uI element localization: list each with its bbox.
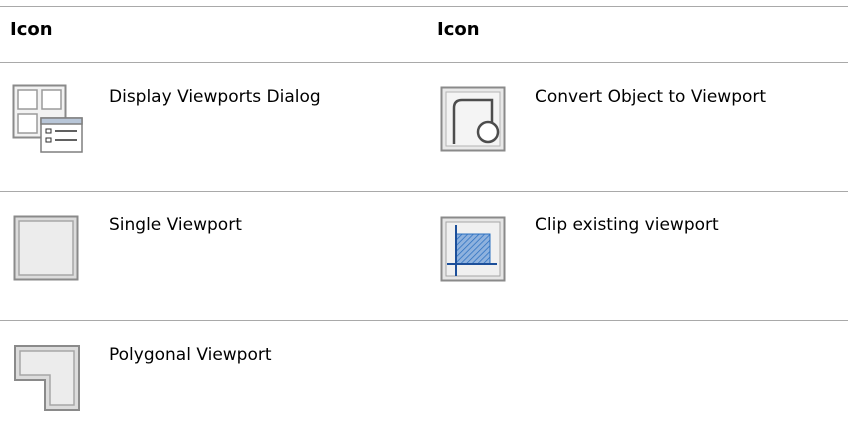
convert-object-to-viewport-icon — [440, 86, 510, 156]
polygonal-viewport-label: Polygonal Viewport — [109, 345, 272, 365]
display-viewports-dialog-icon — [12, 84, 83, 154]
clip-existing-viewport-label: Clip existing viewport — [535, 215, 719, 235]
clip-existing-viewport-icon — [440, 216, 510, 286]
convert-object-to-viewport-label: Convert Object to Viewport — [535, 87, 767, 107]
display-viewports-dialog-label: Display Viewports Dialog — [109, 87, 321, 107]
column-header-icon-left: Icon — [10, 19, 53, 40]
single-viewport-label: Single Viewport — [109, 215, 242, 235]
row-2-bottom-rule — [0, 320, 848, 321]
table-top-rule — [0, 6, 848, 7]
icon-table: Icon Icon Display Viewports Dialog Conve… — [0, 0, 848, 441]
header-bottom-rule — [0, 62, 848, 63]
single-viewport-icon — [13, 215, 83, 285]
polygonal-viewport-icon — [13, 344, 83, 414]
column-header-icon-right: Icon — [437, 19, 480, 40]
row-1-bottom-rule — [0, 191, 848, 192]
